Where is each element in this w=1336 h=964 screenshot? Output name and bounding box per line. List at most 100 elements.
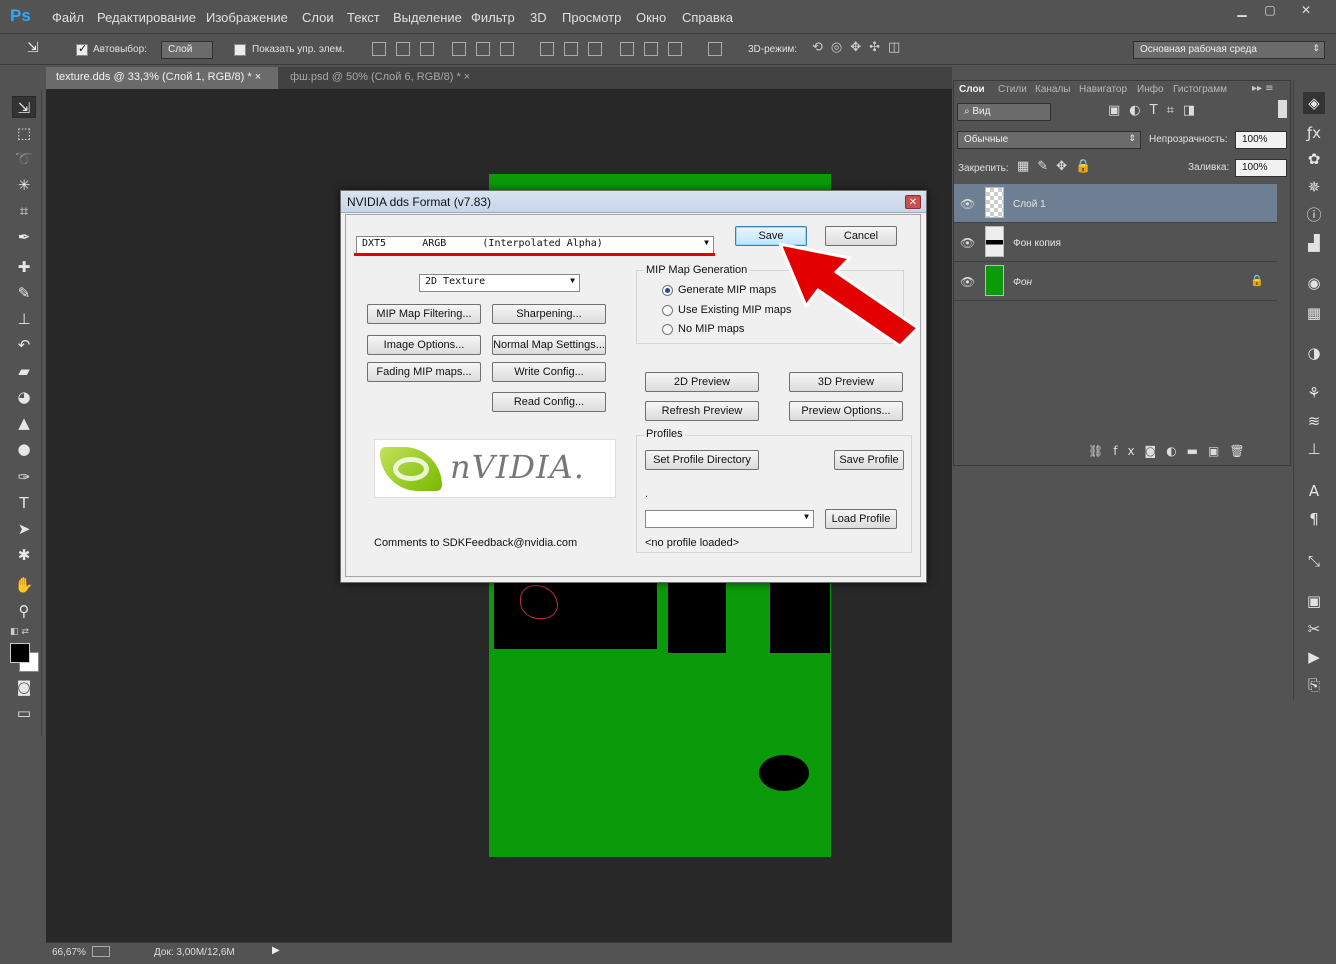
menu-view[interactable]: Просмотр	[562, 10, 621, 25]
clone-stamp-tool-icon[interactable]: ⊥	[12, 308, 36, 330]
menu-help[interactable]: Справка	[682, 10, 733, 25]
channels-dock-icon[interactable]: ✿	[1303, 148, 1325, 170]
menu-file[interactable]: Файл	[52, 10, 84, 25]
lock-icons[interactable]: ▦✎✥🔒	[1017, 159, 1099, 174]
generate-mip-label[interactable]: Generate MIP maps	[678, 284, 776, 296]
eraser-tool-icon[interactable]: ▰	[12, 360, 36, 382]
image-options-button[interactable]: Image Options...	[367, 335, 481, 355]
paragraph-dock-icon[interactable]: ¶	[1303, 508, 1325, 530]
align-top-icon[interactable]	[372, 42, 386, 56]
screen-mode-icon[interactable]: ▭	[12, 702, 36, 724]
write-config-button[interactable]: Write Config...	[492, 362, 606, 382]
tab-channels[interactable]: Каналы	[1035, 84, 1071, 95]
brush-presets-dock-icon[interactable]: ≋	[1303, 410, 1325, 432]
fill-input[interactable]: 100%	[1235, 159, 1287, 177]
no-mip-radio[interactable]	[662, 324, 673, 335]
distribute-bottom-icon[interactable]	[588, 42, 602, 56]
tab-fsh-psd[interactable]: фш.psd @ 50% (Слой 6, RGB/8) * ×	[280, 67, 488, 89]
close-window-button[interactable]: ✕	[1290, 2, 1322, 20]
zoom-level[interactable]: 66,67%	[52, 947, 86, 958]
layers-scrollbar[interactable]	[1278, 100, 1287, 118]
status-info-icon[interactable]	[92, 946, 110, 957]
mip-filtering-button[interactable]: MIP Map Filtering...	[367, 304, 481, 324]
layers-dock-icon[interactable]: ◈	[1303, 92, 1325, 114]
layer-filter-icons[interactable]: ▣◐T⌗◨	[1108, 103, 1204, 118]
path-selection-tool-icon[interactable]: ➤	[12, 518, 36, 540]
grid-dock-icon[interactable]: ▦	[1303, 302, 1325, 324]
zoom-tool-icon[interactable]: ⚲	[12, 600, 36, 622]
layer-name[interactable]: Фон копия	[1013, 238, 1061, 249]
align-bottom-icon[interactable]	[420, 42, 434, 56]
hand-tool-icon[interactable]: ✋	[12, 574, 36, 596]
tab-layers[interactable]: Слои	[959, 84, 985, 95]
use-existing-mip-radio[interactable]	[662, 305, 673, 316]
visibility-eye-icon[interactable]: 👁	[960, 197, 975, 211]
healing-brush-tool-icon[interactable]: ✚	[12, 256, 36, 278]
menu-window[interactable]: Окно	[636, 10, 666, 25]
3d-dock-icon[interactable]: ▣	[1303, 590, 1325, 612]
menu-3d[interactable]: 3D	[530, 10, 547, 25]
navigator-dock-icon[interactable]: ✵	[1303, 176, 1325, 198]
normal-map-settings-button[interactable]: Normal Map Settings...	[492, 335, 606, 355]
brush-dock-icon[interactable]: ⚘	[1303, 382, 1325, 404]
history-brush-tool-icon[interactable]: ↶	[12, 334, 36, 356]
tab-histogram[interactable]: Гистограмм	[1173, 84, 1227, 95]
history-dock-icon[interactable]: ⎘	[1303, 674, 1325, 696]
preview-options-button[interactable]: Preview Options...	[789, 401, 903, 421]
align-right-icon[interactable]	[500, 42, 514, 56]
autoselect-target-select[interactable]: Слой	[161, 41, 213, 59]
default-colors-icon[interactable]: ◧ ⇄	[10, 627, 29, 637]
menu-text[interactable]: Текст	[347, 10, 380, 25]
eyedropper-tool-icon[interactable]: ✒	[12, 226, 36, 248]
marquee-tool-icon[interactable]: ⬚	[12, 122, 36, 144]
maximize-button[interactable]: ▢	[1256, 2, 1284, 20]
minimize-button[interactable]: ▁	[1228, 2, 1256, 20]
type-tool-icon[interactable]: T	[12, 492, 36, 514]
texture-type-select[interactable]: 2D Texture ▼	[419, 274, 580, 292]
layer-name[interactable]: Слой 1	[1013, 199, 1046, 210]
align-hcenter-icon[interactable]	[476, 42, 490, 56]
save-profile-button[interactable]: Save Profile	[834, 450, 904, 470]
distribute-left-icon[interactable]	[620, 42, 634, 56]
format-select[interactable]: DXT5 ARGB (Interpolated Alpha) ▼	[356, 236, 714, 254]
menu-edit[interactable]: Редактирование	[97, 10, 196, 25]
distribute-hcenter-icon[interactable]	[644, 42, 658, 56]
preview-2d-button[interactable]: 2D Preview	[645, 372, 759, 392]
pen-tool-icon[interactable]: ✑	[12, 466, 36, 488]
show-transform-checkbox[interactable]	[234, 44, 246, 56]
paths-dock-icon[interactable]: ⤡	[1303, 550, 1325, 572]
menu-select[interactable]: Выделение	[393, 10, 462, 25]
styles-dock-icon[interactable]: ƒx	[1303, 122, 1325, 144]
visibility-eye-icon[interactable]: 👁	[960, 236, 975, 250]
lasso-tool-icon[interactable]: ➰	[12, 148, 36, 170]
blur-tool-icon[interactable]: ▲	[12, 412, 36, 434]
align-left-icon[interactable]	[452, 42, 466, 56]
magic-wand-tool-icon[interactable]: ✳	[12, 174, 36, 196]
tab-close-icon[interactable]: ×	[255, 71, 261, 83]
actions-play-icon[interactable]: ▶	[1303, 646, 1325, 668]
load-profile-button[interactable]: Load Profile	[825, 509, 897, 529]
histogram-dock-icon[interactable]: ▟	[1303, 232, 1325, 254]
generate-mip-radio[interactable]	[662, 285, 673, 296]
tab-styles[interactable]: Стили	[998, 84, 1027, 95]
auto-align-icon[interactable]	[708, 42, 722, 56]
menu-image[interactable]: Изображение	[206, 10, 288, 25]
panel-collapse-icon[interactable]: ▸▸ ≡	[1252, 83, 1274, 94]
mode3d-controls-icon[interactable]: ⟲◎✥✣◫	[812, 40, 908, 55]
distribute-vcenter-icon[interactable]	[564, 42, 578, 56]
clone-source-dock-icon[interactable]: ⊥	[1303, 438, 1325, 460]
brush-tool-icon[interactable]: ✎	[12, 282, 36, 304]
refresh-preview-button[interactable]: Refresh Preview	[645, 401, 759, 421]
move-tool-preset-icon[interactable]: ⇲	[27, 40, 39, 56]
adjustments-dock-icon[interactable]: ◑	[1303, 342, 1325, 364]
workspace-select[interactable]: Основная рабочая среда ⇕	[1133, 41, 1325, 59]
set-profile-directory-button[interactable]: Set Profile Directory	[645, 450, 759, 470]
tools-dock-icon[interactable]: ✂	[1303, 618, 1325, 640]
tab-navigator[interactable]: Навигатор	[1079, 84, 1127, 95]
tab-info[interactable]: Инфо	[1137, 84, 1164, 95]
autoselect-checkbox[interactable]: ✓	[76, 42, 88, 56]
fading-mip-button[interactable]: Fading MIP maps...	[367, 362, 481, 382]
layer-name[interactable]: Фон	[1013, 277, 1032, 288]
preview-3d-button[interactable]: 3D Preview	[789, 372, 903, 392]
paint-bucket-tool-icon[interactable]: ◕	[12, 386, 36, 408]
